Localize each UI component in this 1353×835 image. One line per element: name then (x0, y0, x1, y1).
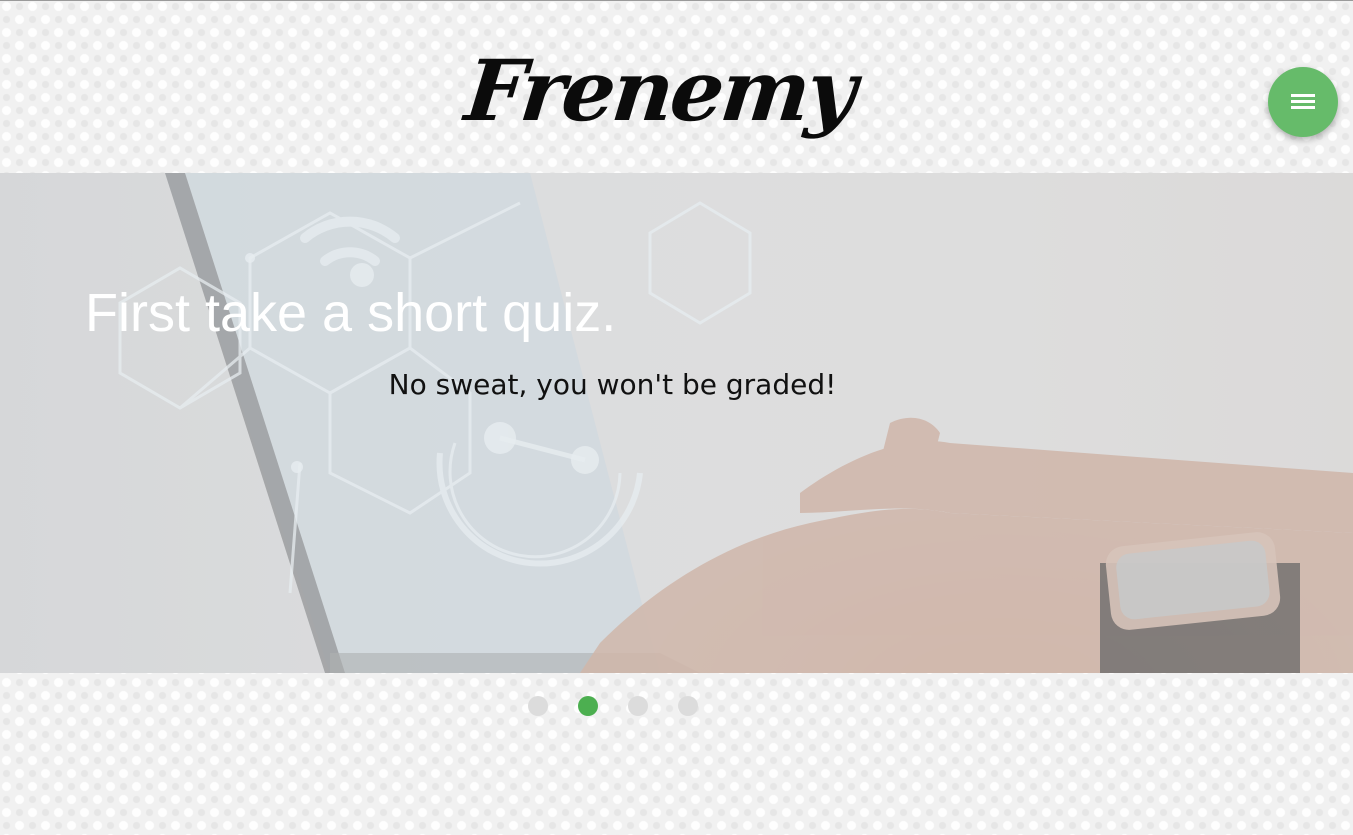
slide-title: First take a short quiz. (85, 283, 617, 343)
menu-icon-bar (1291, 94, 1315, 97)
hero-slider[interactable]: First take a short quiz. No sweat, you w… (0, 173, 1353, 673)
slider-dot-2-active[interactable] (578, 696, 598, 716)
menu-button[interactable] (1268, 67, 1338, 137)
site-header: Frenemy (0, 1, 1353, 173)
slide-overlay (0, 173, 1353, 673)
slider-dot-1[interactable] (528, 696, 548, 716)
slider-dot-4[interactable] (678, 696, 698, 716)
slider-pagination (528, 696, 698, 716)
menu-icon-bar (1291, 100, 1315, 103)
site-logo[interactable]: Frenemy (461, 41, 858, 141)
slide-subtitle: No sweat, you won't be graded! (388, 368, 837, 401)
slider-dot-3[interactable] (628, 696, 648, 716)
menu-icon-bar (1291, 106, 1315, 109)
